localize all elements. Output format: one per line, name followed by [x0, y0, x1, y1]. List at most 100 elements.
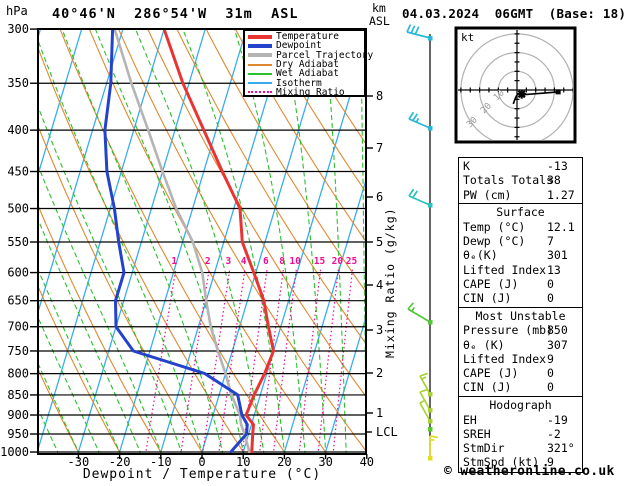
svg-text:750: 750: [7, 344, 29, 358]
svg-text:1: 1: [376, 406, 383, 420]
svg-text:15: 15: [314, 256, 326, 267]
wind-barb: [406, 24, 433, 41]
svg-text:300: 300: [7, 22, 29, 36]
dewpoint-curve: [103, 29, 249, 454]
legend-line-swatch: [248, 91, 272, 94]
wind-barb: [428, 427, 433, 432]
hodograph: 102030kt: [454, 26, 577, 144]
svg-text:700: 700: [7, 320, 29, 334]
wind-barb: [428, 435, 439, 461]
indices-table: K -13 Totals Totals 38 PW (cm) 1.27 Surface Tem…: [458, 157, 583, 473]
svg-text:2: 2: [376, 366, 383, 380]
svg-text:850: 850: [7, 388, 29, 402]
indices-row-value: 12.1: [547, 219, 575, 234]
indices-row-value: 0: [547, 380, 554, 395]
svg-text:3: 3: [226, 256, 232, 267]
indices-row: StmDir 321°: [463, 441, 582, 455]
svg-text:450: 450: [7, 165, 29, 179]
pressure-axis-unit: hPa: [6, 4, 28, 18]
indices-row-label: θₑ(K): [463, 248, 498, 263]
indices-row: CIN (J) 0: [463, 380, 582, 394]
indices-row: Pressure (mb) 850: [463, 323, 582, 337]
svg-text:8: 8: [279, 256, 285, 267]
indices-row-label: CIN (J): [463, 380, 512, 395]
indices-row-label: Lifted Index: [463, 351, 547, 366]
indices-box: Most Unstable Pressure (mb) 850 θₑ (K) 307 Li…: [458, 306, 583, 398]
indices-row: Lifted Index 13: [463, 263, 582, 277]
indices-row-label: CAPE (J): [463, 276, 519, 291]
indices-row-label: Lifted Index: [463, 262, 547, 277]
legend-item-label: Mixing Ratio: [276, 86, 345, 98]
indices-row-label: Dewp (°C): [463, 233, 526, 248]
mixing-ratio-axis-label: Mixing Ratio (g/kg): [383, 207, 397, 358]
indices-row-value: 7: [547, 233, 554, 248]
svg-text:900: 900: [7, 408, 29, 422]
svg-text:950: 950: [7, 427, 29, 441]
indices-row-value: 301: [547, 248, 568, 263]
indices-row: CAPE (J) 0: [463, 277, 582, 291]
indices-row: θₑ(K) 301: [463, 248, 582, 262]
indices-row-label: K: [463, 159, 470, 173]
indices-row-value: 307: [547, 337, 568, 352]
svg-text:7: 7: [376, 141, 383, 155]
indices-row-label: PW (cm): [463, 187, 512, 202]
indices-box: K -13 Totals Totals 38 PW (cm) 1.27: [458, 157, 583, 205]
indices-box-title: Most Unstable: [475, 308, 566, 323]
wind-barb: [408, 188, 433, 208]
svg-text:800: 800: [7, 367, 29, 381]
svg-text:20: 20: [332, 256, 344, 267]
indices-row-label: EH: [463, 412, 477, 427]
legend-line-swatch: [248, 34, 272, 39]
svg-text:1: 1: [171, 256, 177, 267]
indices-row-value: -2: [547, 426, 561, 441]
indices-row: Dewp (°C) 7: [463, 234, 582, 248]
indices-row: CIN (J) 0: [463, 291, 582, 305]
indices-row-label: CIN (J): [463, 291, 512, 306]
sounding-chart-page: 1 2 3 4 6 8 10 15 20 25 300 350 400 450 500 550 600 650 70…: [0, 0, 629, 486]
svg-text:650: 650: [7, 294, 29, 308]
indices-row-label: Temp (°C): [463, 219, 526, 234]
wind-barb: [419, 372, 433, 397]
indices-row-value: -13: [547, 159, 568, 173]
legend-item-label: Wet Adiabat: [276, 68, 339, 80]
wind-barb: [407, 302, 433, 325]
indices-row-value: 0: [547, 366, 554, 381]
indices-row-value: 321°: [547, 441, 575, 456]
indices-row: CAPE (J) 0: [463, 366, 582, 380]
svg-text:350: 350: [7, 76, 29, 90]
indices-row-value: 850: [547, 323, 568, 338]
indices-row-value: 1.27: [547, 187, 575, 202]
pressure-axis-labels: 300 350 400 450 500 550 600 650 700 750 800 850 900 9…: [0, 22, 38, 459]
indices-row-value: 9: [547, 351, 554, 366]
indices-row-value: 13: [547, 262, 561, 277]
indices-row-value: 0: [547, 276, 554, 291]
svg-text:550: 550: [7, 235, 29, 249]
datetime-title: 04.03.2024 06GMT (Base: 18): [402, 6, 627, 21]
indices-row-label: SREH: [463, 426, 491, 441]
indices-row-label: StmDir: [463, 441, 505, 456]
svg-text:8: 8: [376, 89, 383, 103]
svg-text:4: 4: [241, 256, 247, 267]
indices-box: Surface Temp (°C) 12.1 Dewp (°C) 7 θₑ(K) 301 Li…: [458, 203, 583, 309]
legend-line-swatch: [248, 43, 272, 48]
legend: Temperature Dewpoint Parcel Trajectory Dry …: [243, 29, 373, 98]
indices-box-title: Surface: [496, 205, 545, 220]
indices-row: K -13: [463, 159, 582, 173]
indices-box-title: Hodograph: [489, 398, 552, 413]
svg-text:500: 500: [7, 202, 29, 216]
copyright: © weatheronline.co.uk: [444, 464, 615, 479]
legend-line-swatch: [248, 72, 272, 75]
legend-line-swatch: [248, 63, 272, 66]
svg-text:1000: 1000: [0, 445, 29, 459]
svg-text:kt: kt: [461, 31, 474, 44]
indices-row-value: -19: [547, 412, 568, 427]
indices-row: θₑ (K) 307: [463, 338, 582, 352]
indices-row: Totals Totals 38: [463, 173, 582, 187]
indices-row: Lifted Index 9: [463, 352, 582, 366]
station-title: 40°46'N 286°54'W 31m ASL: [52, 6, 299, 22]
wind-barb: [408, 111, 433, 131]
svg-text:2: 2: [205, 256, 211, 267]
indices-row: SREH -2: [463, 427, 582, 441]
svg-text:km: km: [372, 1, 386, 15]
indices-row: EH -19: [463, 413, 582, 427]
